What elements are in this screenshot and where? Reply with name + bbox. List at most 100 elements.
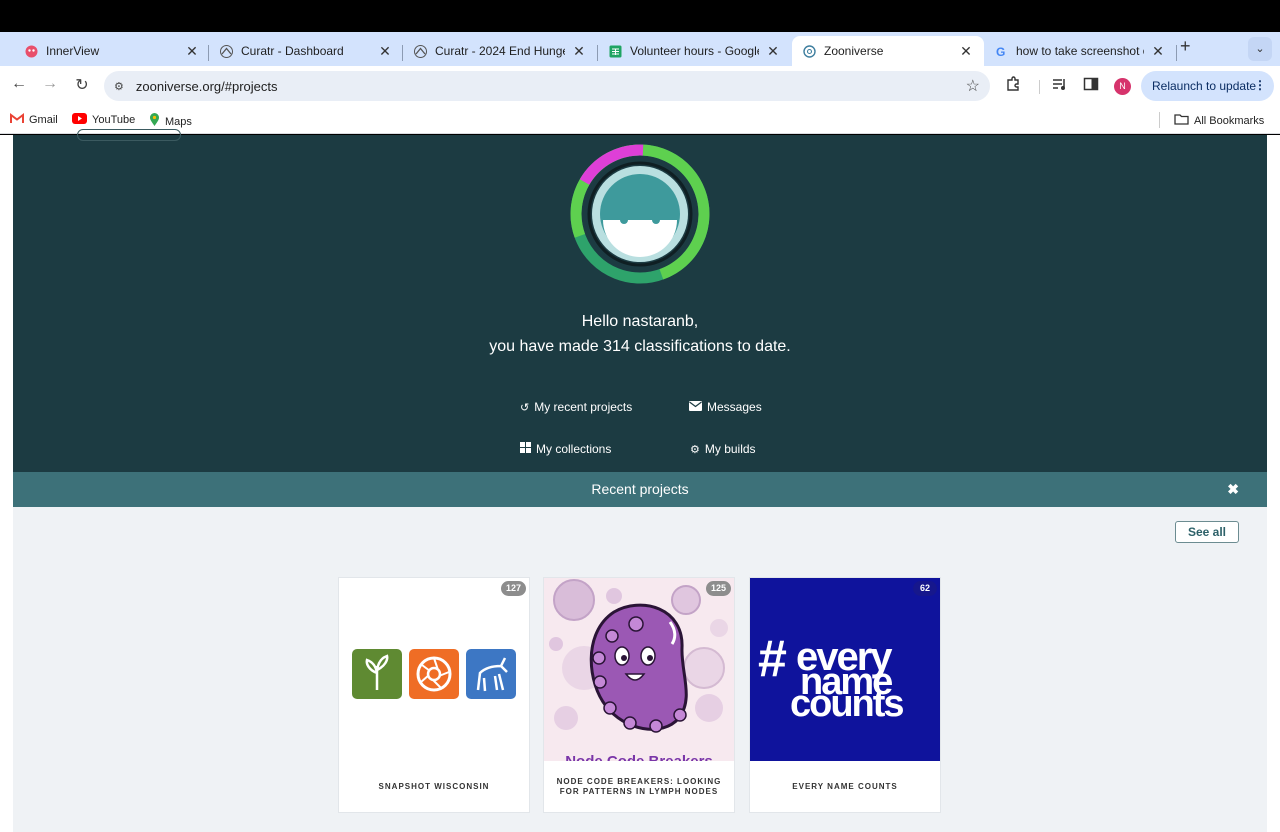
- tab-search-icon[interactable]: ⌄: [1248, 37, 1272, 61]
- tab-title: how to take screenshot on: [1016, 44, 1144, 58]
- every-name-counts-logo: # every name counts: [750, 578, 940, 761]
- my-collections-link[interactable]: My collections: [520, 442, 611, 456]
- close-tab-icon[interactable]: ✕: [1150, 43, 1166, 60]
- tab-title: Curatr - 2024 End Hunger: [435, 44, 565, 58]
- sheets-icon: [608, 44, 622, 58]
- recent-projects-title: Recent projects: [591, 481, 689, 497]
- more-menu-icon[interactable]: ⋮: [1254, 78, 1266, 92]
- hash-symbol: #: [758, 630, 787, 688]
- tab-innerview[interactable]: InnerView ✕: [14, 36, 210, 66]
- toolbar-divider: [1039, 80, 1040, 94]
- cog-icon: ⚙: [690, 443, 700, 456]
- bookmark-label: Gmail: [29, 114, 58, 126]
- classification-ring-avatar: [570, 144, 710, 284]
- link-label: Messages: [707, 400, 762, 414]
- new-tab-icon[interactable]: +: [1180, 36, 1191, 57]
- envelope-icon: [689, 400, 702, 414]
- recent-projects-header: Recent projects ✖: [13, 472, 1267, 507]
- tab-title: Zooniverse: [824, 44, 884, 58]
- relaunch-button[interactable]: Relaunch to update ⋮: [1141, 71, 1274, 101]
- tab-curatr-dashboard[interactable]: Curatr - Dashboard ✕: [209, 36, 403, 66]
- grid-icon: [520, 442, 531, 456]
- bookmark-gmail[interactable]: Gmail: [10, 113, 58, 127]
- google-icon: G: [994, 44, 1008, 58]
- extensions-icon[interactable]: [1005, 76, 1021, 96]
- innerview-icon: [24, 44, 38, 58]
- back-arrow-icon[interactable]: ←: [8, 75, 30, 93]
- all-bookmarks[interactable]: All Bookmarks: [1174, 113, 1264, 128]
- screen-top-bar: [0, 0, 1280, 32]
- tab-google-search[interactable]: G how to take screenshot on ✕: [984, 36, 1176, 66]
- bookmarks-bar: Gmail YouTube Maps All Bookmarks: [0, 106, 1280, 134]
- tab-curatr-end-hunger[interactable]: Curatr - 2024 End Hunger ✕: [403, 36, 597, 66]
- recent-projects-panel: See all 127 SNAPSHOT WISCONSIN 125 NODE …: [13, 507, 1267, 832]
- site-settings-icon[interactable]: ⚙: [114, 80, 124, 93]
- media-control-icon[interactable]: [1052, 76, 1068, 96]
- classification-count-badge: 127: [500, 581, 526, 596]
- tab-strip: InnerView ✕ Curatr - Dashboard ✕ Curatr …: [0, 32, 1280, 66]
- greeting-text: Hello nastaranb, you have made 314 class…: [13, 309, 1267, 359]
- forward-arrow-icon[interactable]: →: [39, 75, 61, 93]
- project-card-snapshot-wisconsin[interactable]: 127 SNAPSHOT WISCONSIN: [338, 577, 530, 813]
- hero-top-button-edge: [77, 129, 181, 141]
- project-thumbnail: Node Code Breakers: [544, 578, 734, 761]
- snapshot-wisconsin-logo-icon: [352, 649, 516, 699]
- link-label: My builds: [704, 442, 756, 456]
- thumbnail-caption: Node Code Breakers: [565, 753, 713, 761]
- tab-title: Curatr - Dashboard: [241, 44, 344, 58]
- bookmark-label: Maps: [165, 115, 192, 128]
- tab-volunteer-hours[interactable]: Volunteer hours - Google S ✕: [598, 36, 791, 66]
- history-icon: ↺: [520, 401, 530, 414]
- lymph-node-character-icon: Node Code Breakers: [544, 578, 734, 761]
- folder-icon: [1174, 113, 1189, 128]
- close-tab-icon[interactable]: ✕: [765, 43, 781, 60]
- address-toolbar: ← → ↻ ⚙ zooniverse.org/#projects ☆ N Rel…: [0, 66, 1280, 106]
- relaunch-label: Relaunch to update: [1152, 79, 1257, 93]
- see-all-button[interactable]: See all: [1175, 521, 1239, 543]
- bookmark-maps[interactable]: Maps: [149, 113, 192, 130]
- bookmark-star-icon[interactable]: ☆: [966, 76, 980, 96]
- close-tab-icon[interactable]: ✕: [571, 43, 587, 60]
- tab-title: InnerView: [46, 44, 100, 58]
- all-bookmarks-label: All Bookmarks: [1194, 114, 1265, 127]
- close-tab-icon[interactable]: ✕: [184, 43, 200, 60]
- bookmark-youtube[interactable]: YouTube: [72, 113, 135, 127]
- logo-word-counts: counts: [790, 683, 903, 725]
- side-panel-icon[interactable]: [1083, 76, 1099, 96]
- curatr-icon: [219, 44, 233, 58]
- my-builds-link[interactable]: ⚙ My builds: [690, 442, 756, 456]
- close-icon[interactable]: ✖: [1227, 472, 1239, 507]
- tab-divider: [1176, 45, 1177, 61]
- classification-count-text: you have made 314 classifications to dat…: [489, 338, 791, 355]
- project-card-node-code-breakers[interactable]: Node Code Breakers 125 NODE CODE BREAKER…: [543, 577, 735, 813]
- messages-link[interactable]: Messages: [689, 400, 762, 414]
- user-hero-section: Hello nastaranb, you have made 314 class…: [13, 129, 1267, 472]
- classification-count-badge: 62: [913, 581, 937, 596]
- reload-icon[interactable]: ↻: [71, 75, 93, 95]
- gmail-icon: [10, 113, 24, 127]
- curatr-icon: [413, 44, 427, 58]
- greeting-hello: Hello nastaranb,: [581, 313, 699, 330]
- tab-zooniverse[interactable]: Zooniverse ✕: [792, 36, 984, 66]
- close-tab-icon[interactable]: ✕: [377, 43, 393, 60]
- project-title: EVERY NAME COUNTS: [792, 782, 898, 791]
- link-label: My collections: [536, 442, 612, 456]
- profile-avatar[interactable]: N: [1114, 78, 1131, 95]
- tab-title: Volunteer hours - Google S: [630, 44, 759, 58]
- project-thumbnail: [339, 578, 529, 761]
- bookmark-label: YouTube: [92, 114, 136, 126]
- zooniverse-face-icon: [570, 144, 710, 284]
- my-recent-projects-link[interactable]: ↺ My recent projects: [520, 400, 632, 414]
- svg-text:G: G: [996, 45, 1005, 58]
- youtube-icon: [72, 113, 87, 127]
- bookmarks-divider: [1159, 112, 1160, 128]
- close-tab-icon[interactable]: ✕: [958, 43, 974, 60]
- page-content: Hello nastaranb, you have made 314 class…: [0, 129, 1280, 832]
- project-title: SNAPSHOT WISCONSIN: [378, 782, 490, 791]
- project-thumbnail: # every name counts: [750, 578, 940, 761]
- project-card-every-name-counts[interactable]: # every name counts 62 EVERY NAME COUNTS: [749, 577, 941, 813]
- url-bar[interactable]: ⚙ zooniverse.org/#projects ☆: [104, 71, 990, 101]
- url-text[interactable]: zooniverse.org/#projects: [136, 79, 278, 94]
- maps-icon: [149, 113, 160, 130]
- zooniverse-icon: [802, 44, 816, 58]
